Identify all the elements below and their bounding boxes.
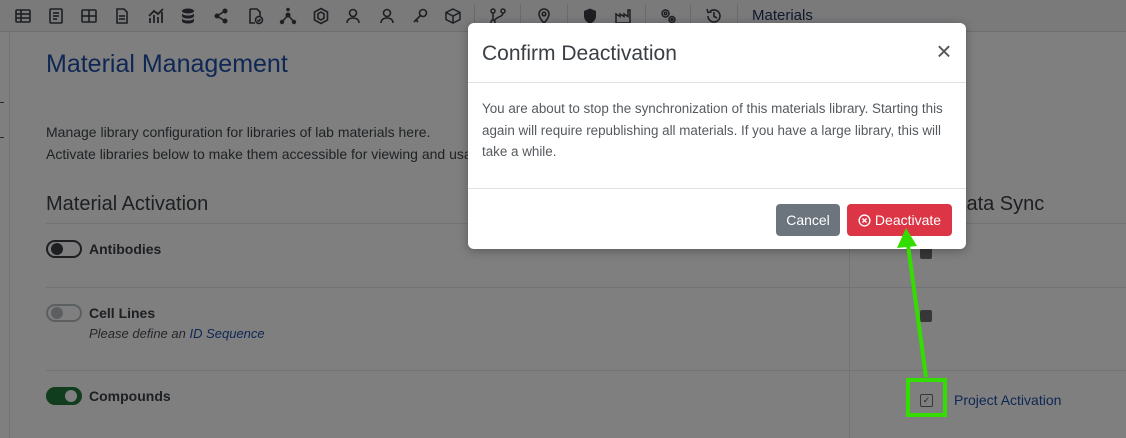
modal-body-text: You are about to stop the synchronizatio…: [482, 101, 943, 159]
close-icon[interactable]: ×: [934, 38, 954, 64]
deactivate-label: Deactivate: [874, 212, 942, 228]
modal-footer: Cancel Deactivate: [468, 188, 966, 249]
cancel-button[interactable]: Cancel: [776, 204, 840, 236]
modal-title: Confirm Deactivation: [482, 42, 677, 65]
modal-header: Confirm Deactivation ×: [468, 23, 966, 83]
deactivate-button[interactable]: Deactivate: [847, 204, 952, 236]
confirm-deactivation-modal: Confirm Deactivation × You are about to …: [468, 23, 966, 249]
x-circle-icon: [858, 213, 871, 227]
